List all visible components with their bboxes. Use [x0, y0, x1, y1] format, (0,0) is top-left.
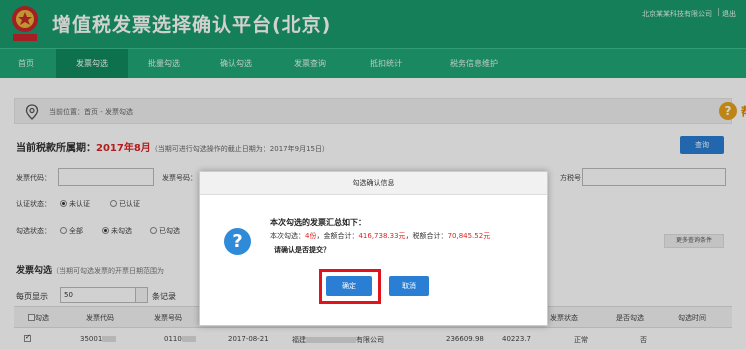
dialog-summary-line: 本次勾选：4份，金额合计：416,738.33元，税额合计：70,845.52元: [270, 232, 491, 240]
cancel-button[interactable]: 取消: [389, 276, 429, 296]
tax-total: 70,845.52元: [447, 232, 491, 240]
question-icon: ?: [224, 228, 251, 255]
confirm-dialog: 勾选确认信息 ? 本次勾选的发票汇总如下： 本次勾选：4份，金额合计：416,7…: [199, 171, 548, 326]
selected-count: 4份: [305, 232, 317, 240]
confirm-button[interactable]: 确定: [326, 276, 372, 296]
dialog-title: 勾选确认信息: [200, 172, 547, 195]
dialog-confirm-question: 请确认是否提交？: [274, 246, 330, 254]
dialog-summary-title: 本次勾选的发票汇总如下：: [270, 218, 366, 227]
amount-total: 416,738.33元: [358, 232, 406, 240]
